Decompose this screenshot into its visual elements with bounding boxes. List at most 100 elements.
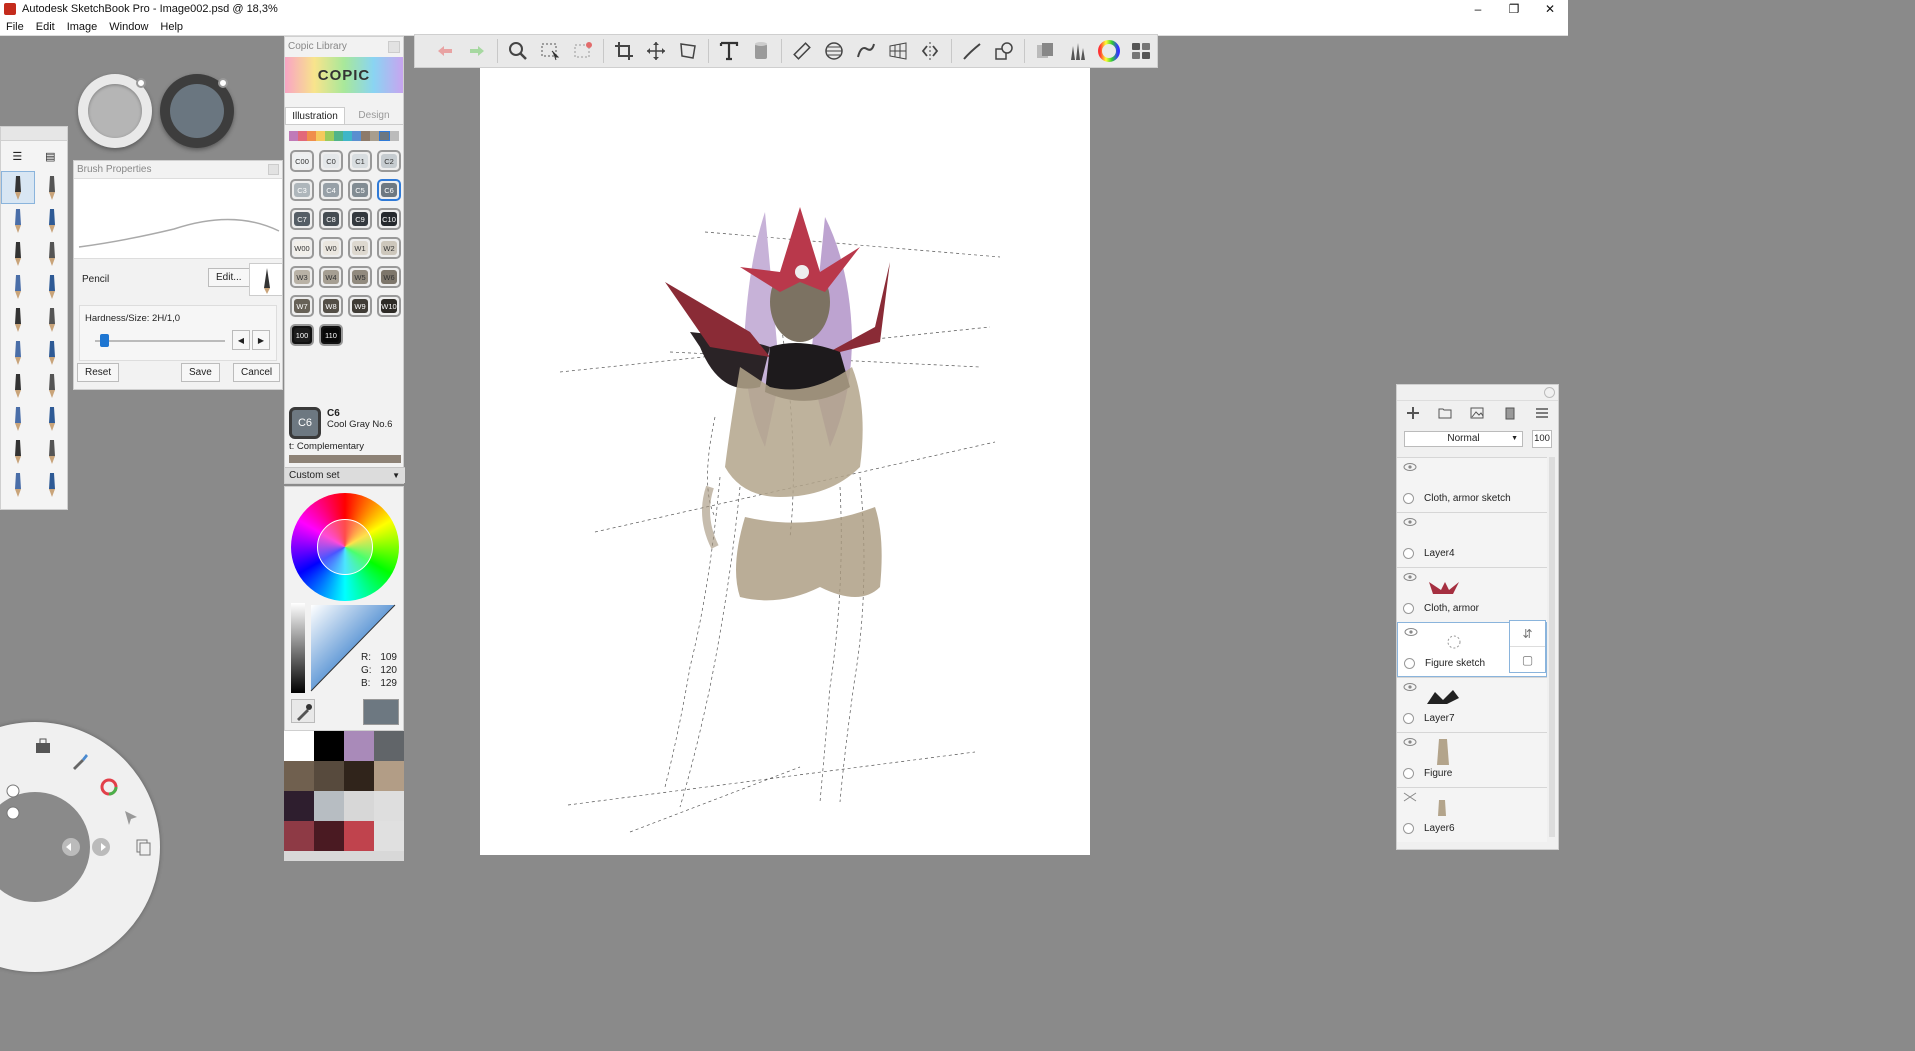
round-brush-icon[interactable] xyxy=(35,468,69,501)
custom-swatch[interactable] xyxy=(344,731,374,761)
eyedropper-icon[interactable] xyxy=(291,699,315,723)
undo-icon[interactable] xyxy=(429,36,461,66)
marker-icon[interactable] xyxy=(1,204,35,237)
copic-swatch[interactable]: W4 xyxy=(319,266,343,288)
copic-swatch[interactable]: W00 xyxy=(290,237,314,259)
color-puck-dark[interactable] xyxy=(160,74,234,148)
custom-swatch[interactable] xyxy=(374,791,404,821)
layer-row[interactable]: Layer6 xyxy=(1397,787,1547,842)
layer-select-radio[interactable] xyxy=(1403,713,1414,724)
clear-layer-icon[interactable] xyxy=(1502,405,1518,424)
select-arrow-icon[interactable] xyxy=(118,804,144,830)
custom-swatch[interactable] xyxy=(284,821,314,851)
custom-swatch[interactable] xyxy=(314,791,344,821)
eye-icon[interactable] xyxy=(1403,517,1417,527)
toolbox-icon[interactable] xyxy=(30,732,56,758)
clear-selection-icon[interactable] xyxy=(566,36,598,66)
eye-icon[interactable] xyxy=(1403,572,1417,582)
increase-icon[interactable]: ▶ xyxy=(252,330,270,350)
layer-editor-icon[interactable] xyxy=(1029,36,1061,66)
move-icon[interactable] xyxy=(640,36,672,66)
custom-swatch[interactable] xyxy=(314,761,344,791)
copic-swatch[interactable]: C1 xyxy=(348,150,372,172)
hardness-slider[interactable] xyxy=(95,340,225,342)
custom-swatch[interactable] xyxy=(374,821,404,851)
crop-icon[interactable] xyxy=(607,36,639,66)
color-wheel-icon[interactable] xyxy=(96,774,122,800)
custom-swatch[interactable] xyxy=(344,761,374,791)
lock-icon[interactable]: ▢ xyxy=(1510,647,1545,673)
tab-illustration[interactable]: Illustration xyxy=(285,107,345,124)
layer-menu-icon[interactable] xyxy=(1534,405,1550,424)
layer-row[interactable]: Cloth, armor xyxy=(1397,567,1547,622)
copic-swatch[interactable]: C4 xyxy=(319,179,343,201)
copic-swatch[interactable]: C0 xyxy=(319,150,343,172)
copic-swatch[interactable]: C9 xyxy=(348,208,372,230)
hard-pencil-icon[interactable] xyxy=(1,336,35,369)
technical-pen-icon[interactable] xyxy=(1,270,35,303)
copic-swatch[interactable]: W10 xyxy=(377,295,401,317)
restore-button[interactable]: ❐ xyxy=(1496,0,1532,18)
hidden-icon[interactable] xyxy=(1403,792,1417,802)
wide-brush-icon[interactable] xyxy=(1,468,35,501)
copic-swatch[interactable]: W9 xyxy=(348,295,372,317)
eye-icon[interactable] xyxy=(1403,682,1417,692)
layer-row[interactable]: Figure xyxy=(1397,732,1547,787)
copic-swatch[interactable]: C2 xyxy=(377,150,401,172)
ink-pen-icon[interactable] xyxy=(35,336,69,369)
add-image-icon[interactable] xyxy=(1469,405,1485,424)
custom-swatch[interactable] xyxy=(374,761,404,791)
copic-swatch[interactable]: C7 xyxy=(290,208,314,230)
calligraphy-pen-icon[interactable] xyxy=(35,270,69,303)
close-icon[interactable] xyxy=(388,41,400,53)
g-value[interactable]: 120 xyxy=(373,664,397,677)
blue-pencil-icon[interactable] xyxy=(1,369,35,402)
french-curve-icon[interactable] xyxy=(850,36,882,66)
blend-mode-select[interactable]: Normal ▼ xyxy=(1404,431,1523,447)
soft-eraser-icon[interactable] xyxy=(35,303,69,336)
copic-swatch[interactable]: C3 xyxy=(290,179,314,201)
layer-select-radio[interactable] xyxy=(1403,823,1414,834)
b-value[interactable]: 129 xyxy=(373,677,397,690)
custom-set-dropdown[interactable]: Custom set ▼ xyxy=(285,467,405,483)
merge-layer-icon[interactable]: ⇵ xyxy=(1510,621,1545,647)
layer-select-radio[interactable] xyxy=(1403,493,1414,504)
perspective-icon[interactable] xyxy=(882,36,914,66)
copic-family-strip[interactable] xyxy=(289,131,399,141)
complementary-label[interactable]: t: Complementary xyxy=(289,441,364,452)
layer-select-radio[interactable] xyxy=(1404,658,1415,669)
eraser-icon[interactable] xyxy=(1,303,35,336)
fountain-pen-icon[interactable] xyxy=(35,369,69,402)
stroke-icon[interactable] xyxy=(955,36,987,66)
ellipse-icon[interactable] xyxy=(818,36,850,66)
airbrush-icon[interactable] xyxy=(35,237,69,270)
undo-icon[interactable] xyxy=(58,834,84,860)
fine-pen-icon[interactable] xyxy=(1,237,35,270)
chisel-marker-icon[interactable] xyxy=(35,204,69,237)
custom-swatch[interactable] xyxy=(284,791,314,821)
close-icon[interactable] xyxy=(1544,387,1555,398)
symmetry-icon[interactable] xyxy=(914,36,946,66)
custom-swatch[interactable] xyxy=(374,731,404,761)
copic-swatch[interactable]: W8 xyxy=(319,295,343,317)
grey-strip[interactable] xyxy=(291,603,305,693)
close-button[interactable]: ✕ xyxy=(1532,0,1568,18)
text-icon[interactable] xyxy=(713,36,745,66)
eye-icon[interactable] xyxy=(1403,737,1417,747)
eye-icon[interactable] xyxy=(1404,627,1418,637)
layer-select-radio[interactable] xyxy=(1403,548,1414,559)
eye-icon[interactable] xyxy=(1403,462,1417,472)
ballpoint-pen-icon[interactable] xyxy=(35,171,69,204)
redo-icon[interactable] xyxy=(461,36,493,66)
save-button[interactable]: Save xyxy=(181,363,220,382)
blur-tool-icon[interactable] xyxy=(35,402,69,435)
copic-library-icon[interactable] xyxy=(1125,36,1157,66)
complementary-bar[interactable] xyxy=(289,455,401,463)
custom-swatch[interactable] xyxy=(314,731,344,761)
custom-swatch[interactable] xyxy=(284,761,314,791)
copic-swatch[interactable]: 100 xyxy=(290,324,314,346)
shape-icon[interactable] xyxy=(988,36,1020,66)
reset-button[interactable]: Reset xyxy=(77,363,120,382)
copic-swatch[interactable]: C5 xyxy=(348,179,372,201)
layer-row[interactable]: Layer4 xyxy=(1397,512,1547,567)
